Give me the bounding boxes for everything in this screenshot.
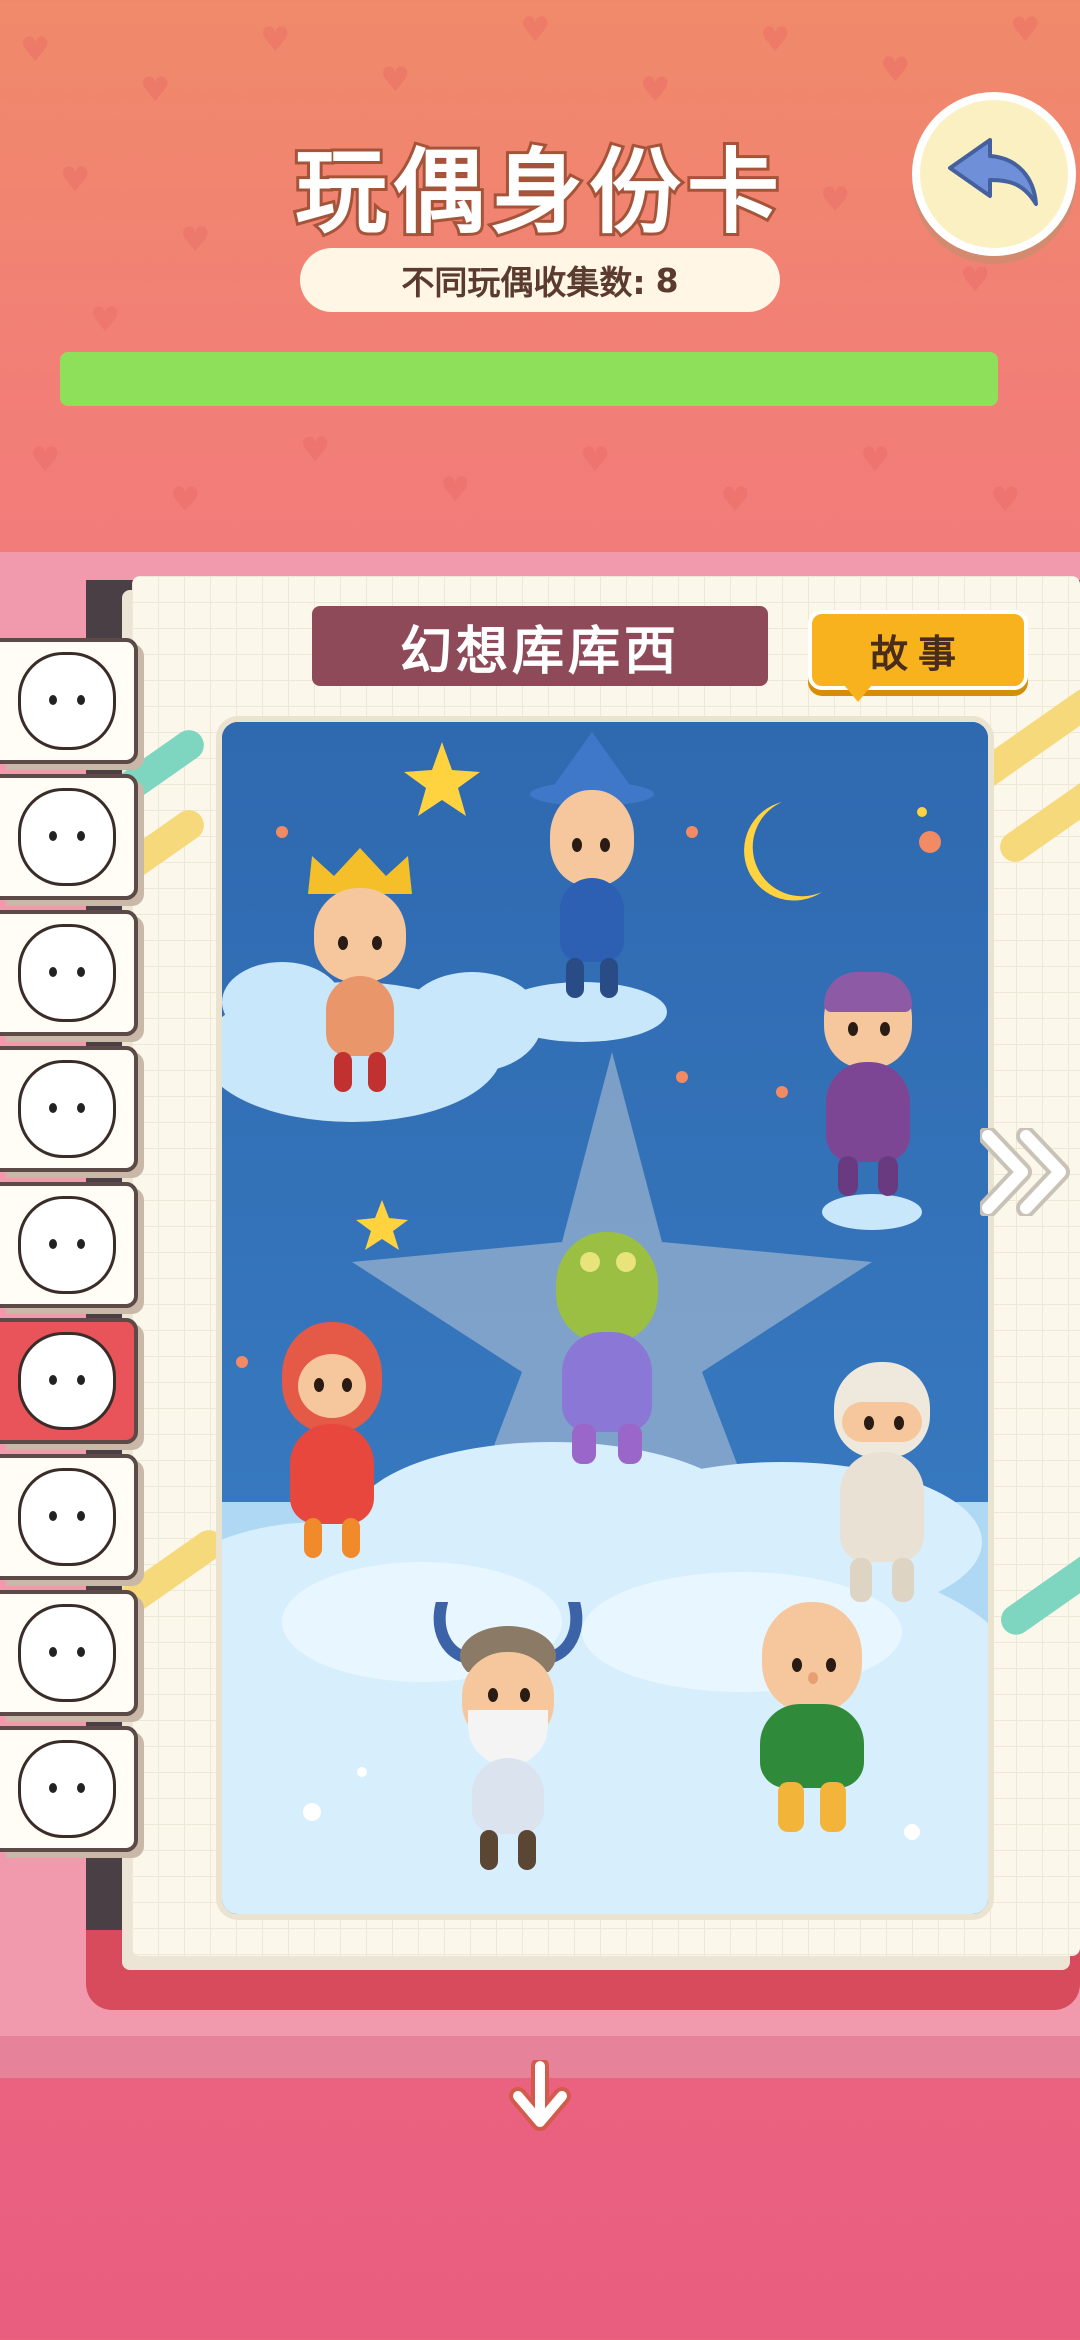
down-arrow-icon <box>509 2060 571 2131</box>
tab-bunny[interactable] <box>0 1726 138 1852</box>
collection-count: 不同玩偶收集数: 8 <box>300 248 780 312</box>
doll-king <box>300 848 420 1108</box>
collection-count-value: 8 <box>655 260 679 300</box>
back-button[interactable] <box>912 92 1076 256</box>
tab-rabbit-girl[interactable] <box>0 1182 138 1308</box>
rabbit-girl-icon <box>18 1196 116 1294</box>
tab-tomato[interactable] <box>0 910 138 1036</box>
doll-bald-green-shirt <box>742 1602 882 1872</box>
title-part-identity-card: 身份卡 <box>488 136 786 249</box>
collection-count-label: 不同玩偶收集数: <box>401 263 646 302</box>
crown-doll-icon <box>18 1332 116 1430</box>
decor-stripe <box>994 774 1080 868</box>
fox-icon <box>18 1060 116 1158</box>
doll-wizard <box>522 732 662 1032</box>
curly-hair-icon <box>18 1604 116 1702</box>
bear-icon <box>18 788 116 886</box>
decor-stripe <box>995 1541 1080 1641</box>
collection-progress-fill <box>60 352 998 406</box>
story-button[interactable]: 故事 <box>808 610 1028 690</box>
double-chevron-right-icon <box>978 1126 1070 1218</box>
tab-warrior[interactable] <box>0 1454 138 1580</box>
tab-crown[interactable] <box>0 1318 138 1444</box>
tab-curly[interactable] <box>0 1590 138 1716</box>
series-name-banner: 幻想库库西 <box>312 606 768 686</box>
doll-series-illustration <box>216 716 994 1920</box>
tab-fox[interactable] <box>0 1046 138 1172</box>
story-button-tail <box>840 680 876 702</box>
doll-purple-suit <box>808 972 928 1212</box>
seal-icon <box>18 652 116 750</box>
tab-bear[interactable] <box>0 774 138 900</box>
doll-viking <box>428 1602 588 1892</box>
warrior-icon <box>18 1468 116 1566</box>
collection-progress-bar <box>60 352 998 406</box>
scroll-down-button[interactable] <box>500 2056 580 2136</box>
title-part-doll: 玩偶 <box>292 136 491 249</box>
doll-bird-costume <box>252 1292 412 1592</box>
doll-mummy <box>812 1362 952 1622</box>
next-page-button[interactable] <box>978 1126 1076 1218</box>
doll-alien <box>532 1192 682 1482</box>
tab-seal[interactable] <box>0 638 138 764</box>
tomato-icon <box>18 924 116 1022</box>
back-arrow-icon <box>948 138 1038 206</box>
bunny-icon <box>18 1740 116 1838</box>
